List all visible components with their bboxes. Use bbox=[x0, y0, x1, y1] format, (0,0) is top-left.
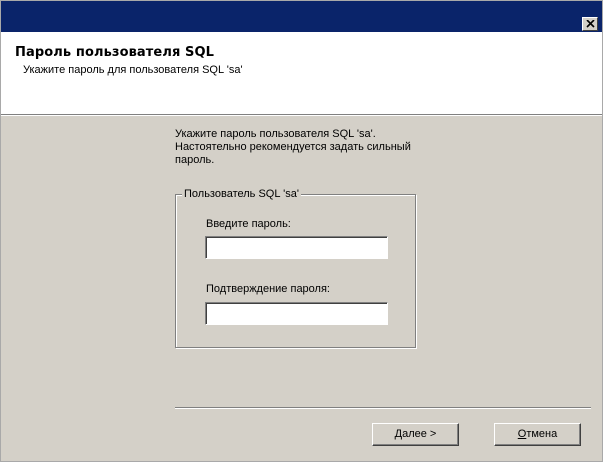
description-line: пароль. bbox=[175, 154, 215, 166]
next-label: алее > bbox=[402, 428, 437, 440]
close-button[interactable] bbox=[582, 17, 598, 31]
cancel-label: тмена bbox=[526, 428, 558, 440]
confirm-password-field[interactable] bbox=[205, 302, 388, 325]
description-text: Укажите пароль пользователя SQL 'sa'. На… bbox=[175, 128, 475, 167]
groupbox-label: Пользователь SQL 'sa' bbox=[182, 187, 301, 201]
page-subtitle: Укажите пароль для пользователя SQL 'sa' bbox=[23, 64, 243, 76]
setup-dialog: Пароль пользователя SQL Укажите пароль д… bbox=[0, 0, 603, 462]
password-label: Введите пароль: bbox=[206, 218, 291, 230]
description-line: Настоятельно рекомендуется задать сильны… bbox=[175, 141, 411, 153]
confirm-password-label: Подтверждение пароля: bbox=[206, 283, 330, 295]
page-title: Пароль пользователя SQL bbox=[15, 45, 215, 60]
header-panel: Пароль пользователя SQL Укажите пароль д… bbox=[1, 32, 602, 115]
next-mnemonic: Д bbox=[394, 428, 403, 440]
description-line: Укажите пароль пользователя SQL 'sa'. bbox=[175, 128, 376, 140]
sql-user-groupbox: Пользователь SQL 'sa' Введите пароль: По… bbox=[175, 187, 416, 348]
title-bar[interactable] bbox=[1, 1, 602, 32]
next-button[interactable]: Далее > bbox=[372, 423, 459, 446]
password-field[interactable] bbox=[205, 236, 388, 259]
button-separator bbox=[175, 407, 591, 409]
close-icon bbox=[586, 20, 595, 28]
cancel-button[interactable]: Отмена bbox=[494, 423, 581, 446]
